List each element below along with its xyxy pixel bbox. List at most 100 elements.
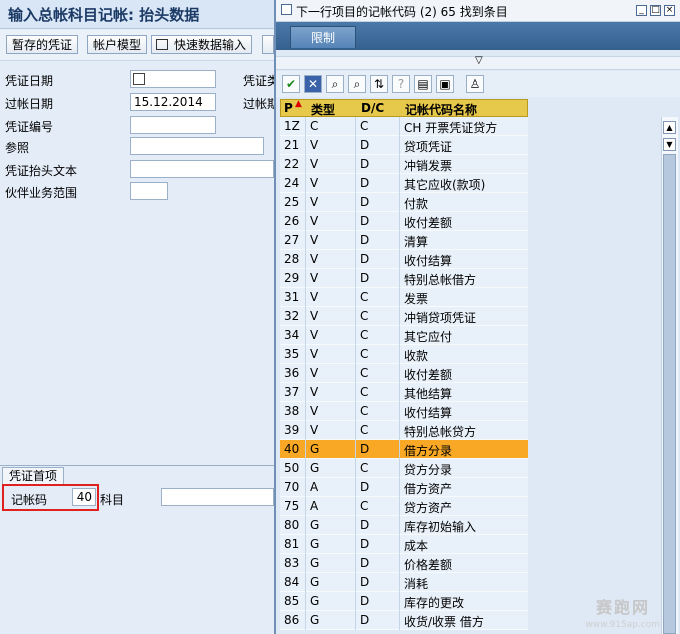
table-row[interactable]: 38 V C 收付结算 [280, 402, 528, 421]
table-row[interactable]: 25 V D 付款 [280, 193, 528, 212]
table-row[interactable]: 36 V C 收付差额 [280, 364, 528, 383]
edit-icon [156, 39, 168, 50]
table-row[interactable]: 40 G D 借方分录 [280, 440, 528, 459]
column-divider [355, 421, 356, 440]
table-row[interactable]: 50 G C 贷方分录 [280, 459, 528, 478]
user-icon[interactable]: ♙ [466, 75, 484, 93]
debit-credit-cell: D [360, 195, 370, 209]
table-row[interactable]: 28 V D 收付结算 [280, 250, 528, 269]
column-divider [305, 592, 306, 611]
table-row[interactable]: 34 V C 其它应付 [280, 326, 528, 345]
column-divider [355, 364, 356, 383]
column-divider [305, 611, 306, 630]
close-icon[interactable]: × [664, 5, 675, 16]
restriction-tabstrip: 限制 [276, 22, 680, 50]
fast-data-entry-button[interactable]: 快速数据输入 [151, 35, 253, 54]
table-row[interactable]: 84 G D 消耗 [280, 573, 528, 592]
account-input[interactable] [161, 488, 274, 506]
table-row[interactable]: 22 V D 冲销发票 [280, 155, 528, 174]
debit-credit-cell: C [360, 347, 369, 361]
table-row[interactable]: 35 V C 收款 [280, 345, 528, 364]
header-text-label: 凭证抬头文本 [5, 164, 78, 178]
table-row[interactable]: 21 V D 贷项凭证 [280, 136, 528, 155]
column-divider [355, 269, 356, 288]
col-dc-header[interactable]: D/C [361, 101, 384, 115]
doc-number-input[interactable] [130, 116, 216, 134]
find-next-icon[interactable]: ⌕ [348, 75, 366, 93]
collapse-bar[interactable]: ▽ [276, 55, 680, 70]
scroll-thumb[interactable] [663, 154, 676, 634]
col-name-header[interactable]: 记帐代码名称 [405, 101, 477, 118]
posting-key-cell: 21 [284, 138, 300, 152]
posting-key-cell: 27 [284, 233, 300, 247]
column-divider [399, 440, 400, 459]
find-icon[interactable]: ⌕ [326, 75, 344, 93]
check-icon[interactable]: ✔ [282, 75, 300, 93]
header-text-input[interactable] [130, 160, 274, 178]
table-row[interactable]: 26 V D 收付差额 [280, 212, 528, 231]
display-icon[interactable]: ▣ [436, 75, 454, 93]
column-divider [399, 326, 400, 345]
sort-icon[interactable]: ⇅ [370, 75, 388, 93]
doc-date-input[interactable] [130, 70, 216, 88]
debit-credit-cell: D [360, 233, 370, 247]
column-divider [355, 497, 356, 516]
posting-date-input[interactable]: 15.12.2014 [130, 93, 216, 111]
column-divider [305, 212, 306, 231]
held-document-button[interactable]: 暂存的凭证 [6, 35, 79, 54]
table-row[interactable]: 80 G D 库存初始输入 [280, 516, 528, 535]
scroll-up-icon[interactable]: ▲ [663, 121, 676, 134]
table-row[interactable]: 27 V D 清算 [280, 231, 528, 250]
posting-key-name-cell: 特别总帐借方 [404, 273, 477, 287]
vertical-scrollbar[interactable]: ▲ ▼ [661, 117, 678, 634]
column-divider [355, 611, 356, 630]
reference-input[interactable] [130, 137, 264, 155]
sort-asc-icon: ▲ [295, 99, 302, 109]
table-row[interactable]: 81 G D 成本 [280, 535, 528, 554]
table-row[interactable]: 85 G D 库存的更改 [280, 592, 528, 611]
scroll-down-icon[interactable]: ▼ [663, 138, 676, 151]
print-icon[interactable]: ▤ [414, 75, 432, 93]
table-row[interactable]: 75 A C 贷方资产 [280, 497, 528, 516]
posting-key-input[interactable]: 40 [72, 488, 96, 506]
posting-key-cell: 26 [284, 214, 300, 228]
column-divider [305, 573, 306, 592]
posting-key-name-cell: 贷项凭证 [404, 140, 453, 154]
table-row[interactable]: 1Z C C CH 开票凭证贷方 [280, 117, 528, 136]
posting-key-cell: 28 [284, 252, 300, 266]
more-button[interactable] [262, 35, 274, 54]
col-p-header[interactable]: P [284, 101, 293, 115]
popup-toolbar: ✔ ✕ ⌕ ⌕ ⇅ ? ▤ ▣ ♙ [276, 71, 680, 97]
table-row[interactable]: 37 V C 其他结算 [280, 383, 528, 402]
posting-key-cell: 84 [284, 575, 300, 589]
column-divider [305, 307, 306, 326]
column-divider [399, 478, 400, 497]
table-row[interactable]: 31 V C 发票 [280, 288, 528, 307]
account-model-button[interactable]: 帐户模型 [87, 35, 148, 54]
cancel-icon[interactable]: ✕ [304, 75, 322, 93]
posting-key-cell: 36 [284, 366, 300, 380]
debit-credit-cell: D [360, 214, 370, 228]
table-row[interactable]: 86 G D 收货/收票 借方 [280, 611, 528, 630]
posting-key-cell: 86 [284, 613, 300, 627]
collapse-arrow-icon: ▽ [475, 55, 483, 66]
watermark-url: www.915ap.com [585, 620, 660, 630]
table-row[interactable]: 39 V C 特别总帐贷方 [280, 421, 528, 440]
table-row[interactable]: 24 V D 其它应收(款项) [280, 174, 528, 193]
table-row[interactable]: 70 A D 借方资产 [280, 478, 528, 497]
table-row[interactable]: 83 G D 价格差额 [280, 554, 528, 573]
partner-area-input[interactable] [130, 182, 168, 200]
column-divider [355, 117, 356, 136]
tab-restrictions[interactable]: 限制 [290, 26, 356, 48]
maximize-icon[interactable]: □ [650, 5, 661, 16]
window-icon [281, 4, 292, 15]
minimize-icon[interactable]: _ [636, 5, 647, 16]
column-divider [305, 326, 306, 345]
col-type-header[interactable]: 类型 [311, 101, 335, 118]
column-divider [305, 364, 306, 383]
column-divider [305, 288, 306, 307]
table-row[interactable]: 29 V D 特别总帐借方 [280, 269, 528, 288]
table-row[interactable]: 32 V C 冲销贷项凭证 [280, 307, 528, 326]
debit-credit-cell: C [360, 404, 369, 418]
posting-key-name-cell: CH 开票凭证贷方 [404, 121, 498, 135]
